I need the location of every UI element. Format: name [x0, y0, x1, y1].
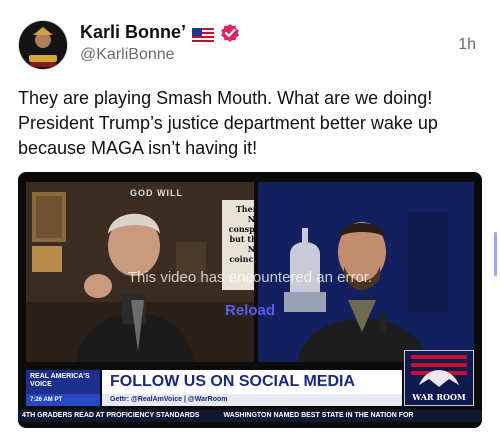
scrollbar-thumb[interactable] [494, 232, 497, 276]
avatar[interactable] [18, 20, 68, 70]
post-text: They are playing Smash Mouth. What are w… [18, 88, 438, 158]
network-logo: REAL AMERICA'S VOICE [26, 370, 100, 394]
show-logo: WAR ROOM [404, 350, 474, 406]
avatar-icon [19, 21, 67, 69]
video-error-message: This video has encountered an error. [127, 269, 373, 286]
us-flag-icon [192, 26, 215, 42]
reload-button[interactable]: Reload [18, 302, 482, 319]
broadcast-banner: FOLLOW US ON SOCIAL MEDIA [102, 370, 402, 394]
post-timestamp[interactable]: 1h [458, 36, 476, 54]
video-player[interactable]: GOD WILL There NO conspir but the NO coi… [18, 172, 482, 428]
post-card[interactable]: Karli Bonne’ @KarliBonne 1h They are pla… [0, 0, 500, 441]
author-handle[interactable]: @KarliBonne [80, 46, 175, 64]
show-logo-text: WAR ROOM [412, 392, 466, 402]
social-handles: Gettr: @RealAmVoice | @WarRoom [102, 394, 402, 406]
lower-third-graphic: REAL AMERICA'S VOICE 7:26 AM PT FOLLOW U… [26, 350, 474, 406]
wall-sign: GOD WILL [130, 188, 183, 198]
verified-badge-icon [220, 23, 240, 43]
eagle-flag-icon [411, 355, 467, 387]
broadcast-time: 7:26 AM PT [26, 394, 100, 406]
ticker-item: 4TH GRADERS READ AT PROFICIENCY STANDARD… [22, 412, 200, 419]
news-ticker: 4TH GRADERS READ AT PROFICIENCY STANDARD… [18, 410, 482, 422]
display-name[interactable]: Karli Bonne’ [80, 22, 240, 43]
display-name-text: Karli Bonne’ [80, 22, 187, 42]
ticker-item: WASHINGTON NAMED BEST STATE IN THE NATIO… [223, 412, 414, 419]
